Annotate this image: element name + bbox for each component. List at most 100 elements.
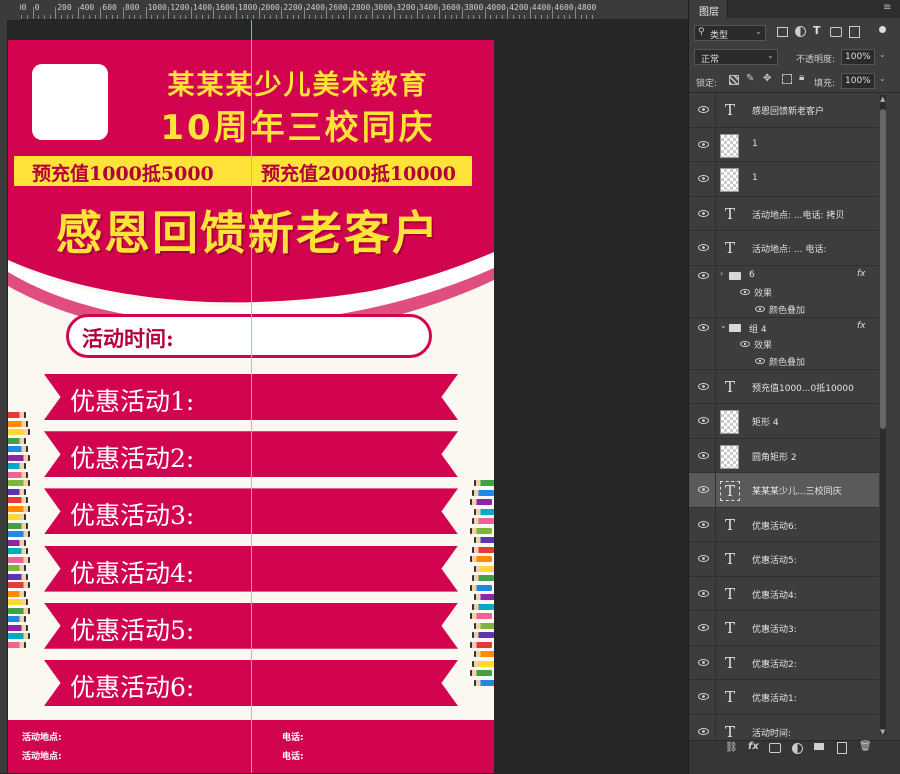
ruler-minor-tick: [473, 15, 475, 19]
row-separator: [715, 680, 716, 714]
fx-badge[interactable]: fx: [857, 321, 866, 331]
new-layer-icon[interactable]: [837, 742, 847, 754]
fx-badge[interactable]: fx: [857, 269, 866, 279]
visibility-eye-icon[interactable]: [698, 589, 709, 597]
visibility-eye-icon[interactable]: [698, 624, 709, 631]
lock-all-icon[interactable]: 🔒︎: [799, 72, 804, 83]
layer-row[interactable]: T 活动时间:: [689, 714, 879, 740]
new-group-icon[interactable]: [814, 743, 824, 750]
visibility-eye-icon[interactable]: [698, 382, 709, 390]
ruler-major-tick: [349, 7, 350, 19]
visibility-eye-icon[interactable]: [698, 175, 709, 182]
opacity-input[interactable]: 100%: [841, 49, 875, 65]
row-separator: [715, 162, 716, 196]
ruler-minor-tick: [512, 15, 514, 19]
layer-row[interactable]: › fx 效果 颜色叠加 6: [689, 265, 879, 318]
link-layers-icon[interactable]: ⛓︎: [725, 742, 738, 753]
visibility-eye-icon[interactable]: [698, 658, 709, 666]
layer-row[interactable]: T 优惠活动2:: [689, 645, 879, 680]
ruler-minor-tick: [360, 15, 362, 19]
visibility-eye-icon[interactable]: [698, 555, 709, 562]
layer-row[interactable]: T 优惠活动1:: [689, 680, 879, 715]
filter-image-icon[interactable]: [777, 27, 788, 37]
ruler-minor-tick: [320, 15, 322, 19]
layer-row[interactable]: 1: [689, 127, 879, 162]
fill-input[interactable]: 100%: [841, 73, 875, 89]
filter-select[interactable]: ⚲ 类型 ⌄: [694, 25, 766, 41]
layer-row[interactable]: T 活动地点: ... 电话:: [689, 231, 879, 266]
scroll-down-arrow[interactable]: ▼: [880, 728, 885, 736]
visibility-eye-icon[interactable]: [698, 486, 709, 493]
delete-layer-icon[interactable]: 🗑︎: [859, 741, 872, 752]
adjustment-layer-icon[interactable]: [792, 743, 803, 754]
ruler-minor-tick: [405, 15, 407, 19]
ruler-label: 3400: [418, 3, 439, 12]
visibility-eye-icon[interactable]: [698, 271, 709, 279]
pencil: [8, 437, 26, 444]
lock-move-icon[interactable]: ✥: [763, 73, 771, 84]
guide-line[interactable]: [251, 20, 252, 773]
pencil: [8, 633, 30, 639]
filter-adjust-icon[interactable]: [795, 26, 806, 37]
visibility-eye-icon[interactable]: [698, 451, 709, 459]
visibility-eye-icon[interactable]: [698, 693, 709, 700]
ruler-minor-tick: [563, 15, 565, 19]
chevron-down-icon[interactable]: ⌄: [879, 50, 886, 59]
headline: 感恩回馈新老客户: [56, 206, 440, 260]
visibility-eye-icon[interactable]: [698, 727, 709, 735]
visibility-eye-icon[interactable]: [698, 140, 709, 148]
layer-row[interactable]: ⌄ fx 效果 颜色叠加 组 4: [689, 317, 879, 370]
filter-text-icon[interactable]: T: [813, 24, 821, 37]
visibility-eye-icon[interactable]: [698, 520, 709, 528]
text-layer-icon: T: [725, 377, 736, 396]
layer-row[interactable]: T 优惠活动3:: [689, 611, 879, 646]
blend-mode-select[interactable]: 正常 ⌄: [694, 49, 778, 65]
scrollbar-thumb[interactable]: [880, 109, 886, 429]
vertical-ruler[interactable]: [0, 20, 8, 773]
layer-row[interactable]: T 活动地点: ...电话: 拷贝: [689, 196, 879, 231]
layer-row[interactable]: T 某某某少儿...三校同庆: [689, 473, 879, 508]
layer-name: 活动地点: ... 电话:: [752, 245, 827, 255]
ruler-label: 1400: [192, 3, 213, 12]
visibility-eye-icon[interactable]: [698, 244, 709, 251]
visibility-eye-icon[interactable]: [698, 209, 709, 217]
row-separator: [715, 645, 716, 679]
pencil: [8, 548, 28, 554]
layer-row[interactable]: T 优惠活动4:: [689, 576, 879, 611]
visibility-eye-icon[interactable]: [698, 323, 709, 331]
text-layer-icon: T: [725, 204, 736, 223]
color-overlay-eye-icon[interactable]: [755, 305, 765, 315]
layer-row[interactable]: T 优惠活动5:: [689, 542, 879, 577]
ruler-label: 4200: [509, 3, 529, 12]
layer-row[interactable]: T 优惠活动6:: [689, 507, 879, 542]
effects-eye-icon[interactable]: [740, 288, 750, 298]
visibility-eye-icon[interactable]: [698, 106, 709, 113]
layer-row[interactable]: 矩形 4: [689, 404, 879, 439]
layer-row[interactable]: 圆角矩形 2: [689, 438, 879, 473]
ruler-corner[interactable]: [0, 0, 20, 20]
chevron-right-icon[interactable]: ›: [720, 269, 723, 278]
panel-menu-icon[interactable]: ≡: [883, 2, 891, 13]
add-mask-icon[interactable]: [769, 743, 781, 753]
lock-artboard-icon[interactable]: [782, 74, 792, 84]
filter-shape-icon[interactable]: [830, 27, 842, 37]
fx-button[interactable]: fx: [748, 741, 759, 752]
filter-smart-object-icon[interactable]: [849, 26, 860, 38]
ruler-minor-tick: [343, 15, 345, 19]
visibility-eye-icon[interactable]: [698, 417, 709, 424]
effects-eye-icon[interactable]: [740, 340, 750, 350]
layer-scrollbar[interactable]: [880, 95, 886, 735]
chevron-down-icon[interactable]: ⌄: [879, 74, 886, 83]
layer-row[interactable]: T 感恩回馈新老客户: [689, 93, 879, 128]
ruler-major-tick: [529, 7, 531, 19]
lock-paint-icon[interactable]: ✎: [746, 73, 754, 84]
layer-row[interactable]: 1: [689, 162, 879, 197]
filter-toggle[interactable]: [879, 26, 886, 33]
chevron-down-icon[interactable]: ⌄: [720, 321, 727, 330]
horizontal-ruler[interactable]: 2000200400600800100012001400160018002000…: [0, 0, 688, 20]
layer-row[interactable]: T 预充值1000...0抵10000: [689, 369, 879, 404]
color-overlay-eye-icon[interactable]: [755, 357, 765, 367]
lock-transparency-icon[interactable]: [729, 75, 739, 85]
layer-name: 矩形 4: [752, 418, 779, 428]
scroll-up-arrow[interactable]: ▲: [880, 95, 885, 103]
